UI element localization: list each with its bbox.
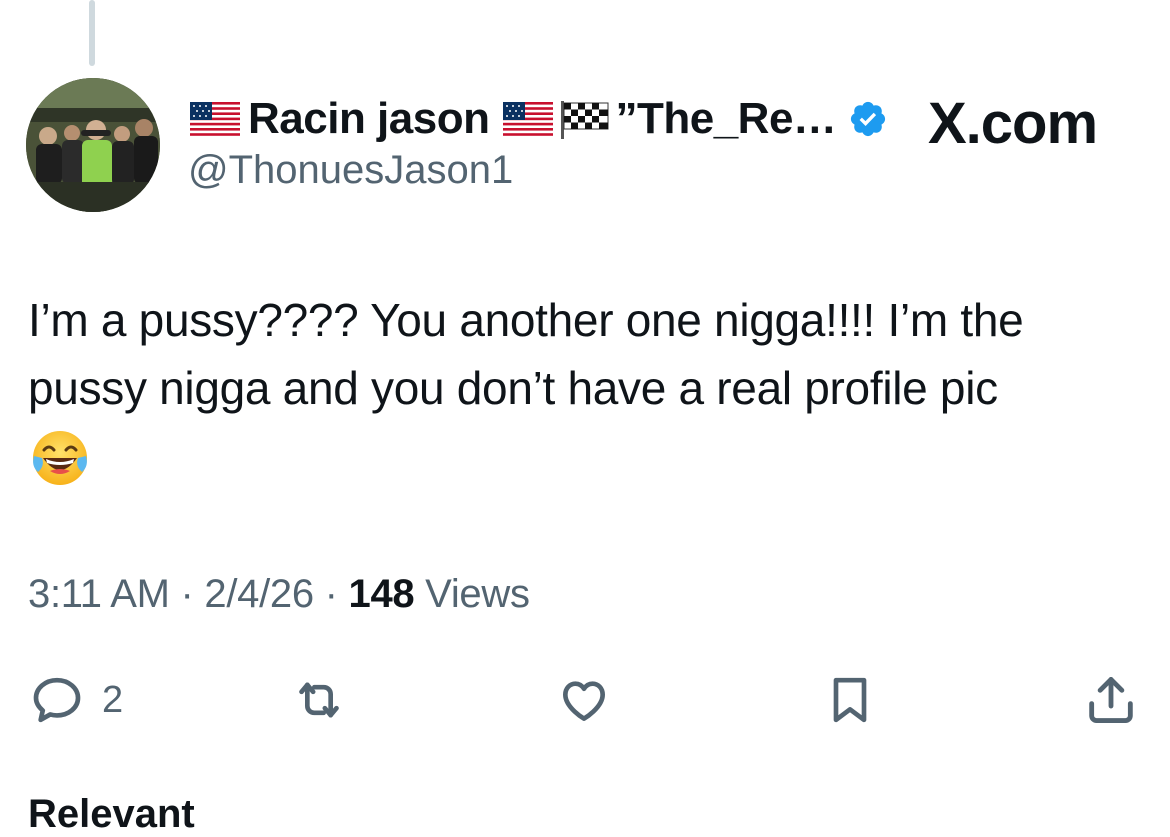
bookmark-button[interactable] [822,670,878,730]
tweet-text: I’m a pussy???? You another one nigga!!!… [28,286,1148,422]
reply-button[interactable]: 2 [28,670,123,730]
like-button[interactable] [554,670,614,730]
meta-separator: · [180,572,194,616]
tweet-date[interactable]: 2/4/26 [204,572,314,616]
author-display-name[interactable]: Racin jason [248,94,490,144]
share-button[interactable] [1082,670,1140,730]
laughing-with-tears-emoji [33,431,87,485]
share-icon [1089,677,1133,723]
thread-connector-line [89,0,95,66]
reply-icon [33,677,81,723]
tweet-meta: 3:11 AM · 2/4/26 · 148 Views [28,572,530,617]
reply-count: 2 [102,678,124,721]
author-handle[interactable]: @ThonuesJason1 [188,148,513,193]
repost-icon [299,682,339,718]
like-icon [563,681,605,721]
avatar-photo [26,78,160,212]
author-display-name-continued[interactable]: ”The_Re… [615,94,836,144]
checkered-flag-icon [561,101,609,139]
x-com-watermark: X.com [928,91,1098,156]
meta-separator: · [324,572,338,616]
tweet-text-line: pussy nigga and you don’t have a real pr… [28,362,998,414]
verified-badge-icon [851,101,886,137]
avatar[interactable] [26,78,160,212]
tweet-time[interactable]: 3:11 AM [28,572,170,616]
views-label[interactable]: Views [425,572,530,616]
author-name-row[interactable]: Racin jason ”The_Re… [190,92,888,146]
us-flag-icon [503,102,554,136]
tweet-text-line: I’m a pussy???? You another one nigga!!!… [28,294,1024,346]
repost-button[interactable] [286,670,352,730]
views-count[interactable]: 148 [349,572,415,616]
us-flag-icon [190,102,240,136]
bookmark-icon [833,677,867,723]
